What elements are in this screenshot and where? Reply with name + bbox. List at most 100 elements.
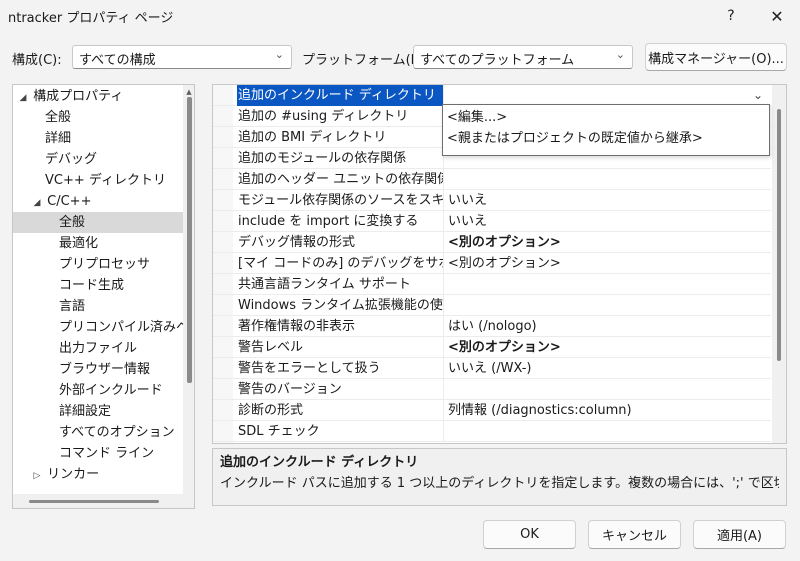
tree-item[interactable]: すべてのオプション	[13, 422, 183, 443]
tree-item[interactable]: 全般	[13, 107, 183, 128]
title-bar: ntracker プロパティ ページ ? ✕	[0, 0, 800, 32]
property-row[interactable]: [マイ コードのみ] のデバッグをサポートする<別のオプション>	[213, 253, 771, 274]
config-combo[interactable]: すべての構成 ⌄	[72, 45, 292, 69]
tree-item-label: 詳細設定	[59, 404, 112, 419]
tree-scroll-thumb[interactable]	[187, 97, 192, 383]
chevron-down-icon: ⌄	[615, 48, 625, 61]
property-name: include を import に変換する	[237, 211, 444, 232]
tree-item[interactable]: 詳細	[13, 128, 183, 149]
tree-item[interactable]: 出力ファイル	[13, 338, 183, 359]
property-value[interactable]: <別のオプション>	[444, 232, 561, 253]
property-name: 警告のバージョン	[237, 379, 444, 400]
platform-combo[interactable]: すべてのプラットフォーム ⌄	[413, 45, 633, 69]
grid-scroll-thumb[interactable]	[777, 109, 781, 361]
property-name: デバッグ情報の形式	[237, 232, 444, 253]
tree-item[interactable]: ◢ 構成プロパティ	[13, 86, 183, 107]
tree-item-label: すべてのオプション	[59, 425, 175, 440]
property-row[interactable]: Windows ランタイム拡張機能の使用	[213, 295, 771, 316]
tree-item-label: デバッグ	[45, 152, 98, 167]
config-manager-button[interactable]: 構成マネージャー(O)...	[645, 43, 787, 71]
property-name: 追加の #using ディレクトリ	[237, 106, 444, 127]
tree-item-label: 言語	[59, 299, 86, 314]
close-icon: ✕	[770, 6, 784, 26]
property-row[interactable]: 警告レベル <別のオプション>	[213, 337, 771, 358]
dropdown-item-inherit[interactable]: <親またはプロジェクトの既定値から継承>	[447, 129, 703, 149]
tree-item-label: 構成プロパティ	[33, 89, 124, 104]
property-name: 警告をエラーとして扱う	[237, 358, 444, 379]
property-row[interactable]: デバッグ情報の形式 <別のオプション>	[213, 232, 771, 253]
description-text: インクルード パスに追加する 1 つ以上のディレクトリを指定します。複数の場合に…	[220, 476, 779, 491]
property-row[interactable]: include を import に変換する いいえ	[213, 211, 771, 232]
chevron-down-icon[interactable]: ⌄	[753, 85, 763, 106]
property-tree: ◢ 構成プロパティ 全般 詳細 デバッグ VC++ ディレクトリ ◢ C/C++ 全般 最適化…	[12, 84, 195, 509]
tree-item[interactable]: 全般	[13, 212, 183, 233]
ok-button[interactable]: OK	[483, 520, 576, 549]
property-value[interactable]	[444, 295, 448, 316]
property-row[interactable]: 警告のバージョン	[213, 379, 771, 400]
property-value[interactable]: いいえ (/WX-)	[444, 358, 531, 379]
property-row[interactable]: 追加のインクルード ディレクトリ ⌄	[213, 85, 771, 106]
config-label: 構成(C):	[12, 53, 62, 68]
help-button[interactable]: ?	[708, 0, 754, 32]
cancel-button[interactable]: キャンセル	[588, 520, 681, 549]
tree-item[interactable]: コマンド ライン	[13, 443, 183, 464]
tree-item[interactable]: 言語	[13, 296, 183, 317]
apply-button[interactable]: 適用(A)	[693, 520, 786, 549]
dropdown-item-edit[interactable]: <編集...>	[447, 108, 507, 128]
property-value[interactable]: いいえ	[444, 190, 487, 211]
tree-item[interactable]: プリプロセッサ	[13, 254, 183, 275]
property-value[interactable]: <別のオプション>	[444, 253, 561, 274]
property-row[interactable]: 警告をエラーとして扱う いいえ (/WX-)	[213, 358, 771, 379]
property-row[interactable]: 追加のヘッダー ユニットの依存関係	[213, 169, 771, 190]
tree-horizontal-scrollbar[interactable]	[13, 494, 194, 508]
window-title: ntracker プロパティ ページ	[8, 11, 174, 26]
tree-item[interactable]: 最適化	[13, 233, 183, 254]
property-value[interactable]: <別のオプション>	[444, 337, 561, 358]
tree-item-label: リンカー	[47, 467, 100, 482]
value-dropdown: <編集...> <親またはプロジェクトの既定値から継承>	[442, 104, 770, 156]
tree-item-label: 最適化	[59, 236, 99, 251]
property-row[interactable]: 著作権情報の非表示 はい (/nologo)	[213, 316, 771, 337]
property-value[interactable]: いいえ	[444, 211, 487, 232]
property-name: 著作権情報の非表示	[237, 316, 444, 337]
property-row[interactable]: 共通言語ランタイム サポート	[213, 274, 771, 295]
tree-item[interactable]: ▷ リンカー	[13, 464, 183, 485]
property-name: 診断の形式	[237, 400, 444, 421]
property-row[interactable]: 診断の形式 列情報 (/diagnostics:column)	[213, 400, 771, 421]
tree-item[interactable]: 外部インクルード	[13, 380, 183, 401]
close-button[interactable]: ✕	[754, 0, 800, 32]
tree-hscroll-thumb[interactable]	[29, 500, 159, 503]
property-value[interactable]	[444, 85, 448, 106]
tree-item-label: ブラウザー情報	[59, 362, 151, 377]
property-value[interactable]: 列情報 (/diagnostics:column)	[444, 400, 632, 421]
tree-item-label: コード生成	[59, 278, 125, 293]
tree-item[interactable]: ◢ C/C++	[13, 191, 183, 212]
platform-value: すべてのプラットフォーム	[420, 53, 575, 68]
property-name: [マイ コードのみ] のデバッグをサポートする	[237, 253, 444, 274]
property-value[interactable]	[444, 274, 448, 295]
property-name: モジュール依存関係のソースをスキャンする	[237, 190, 444, 211]
collapse-icon[interactable]: ◢	[31, 193, 43, 212]
tree-item[interactable]: プリコンパイル済みヘッ	[13, 317, 183, 338]
tree-item[interactable]: 詳細設定	[13, 401, 183, 422]
property-row[interactable]: モジュール依存関係のソースをスキャンするいいえ	[213, 190, 771, 211]
tree-item[interactable]: コード生成	[13, 275, 183, 296]
property-row[interactable]: SDL チェック	[213, 421, 771, 442]
grid-vertical-scrollbar[interactable]	[772, 85, 786, 443]
property-name: 追加のモジュールの依存関係	[237, 148, 444, 169]
property-name: Windows ランタイム拡張機能の使用	[237, 295, 444, 316]
property-value[interactable]	[444, 379, 448, 400]
tree-item-label: コマンド ライン	[59, 446, 155, 461]
tree-item-label: 全般	[59, 215, 86, 230]
collapse-icon[interactable]: ◢	[17, 88, 29, 107]
property-value[interactable]: はい (/nologo)	[444, 316, 537, 337]
property-value[interactable]	[444, 421, 448, 442]
property-value[interactable]	[444, 169, 448, 190]
property-name: 警告レベル	[237, 337, 444, 358]
tree-vertical-scrollbar[interactable]: ▲	[183, 85, 194, 494]
expand-icon[interactable]: ▷	[31, 466, 43, 485]
tree-item[interactable]: VC++ ディレクトリ	[13, 170, 183, 191]
scroll-up-icon[interactable]: ▲	[184, 88, 194, 96]
tree-item[interactable]: デバッグ	[13, 149, 183, 170]
tree-item[interactable]: ブラウザー情報	[13, 359, 183, 380]
